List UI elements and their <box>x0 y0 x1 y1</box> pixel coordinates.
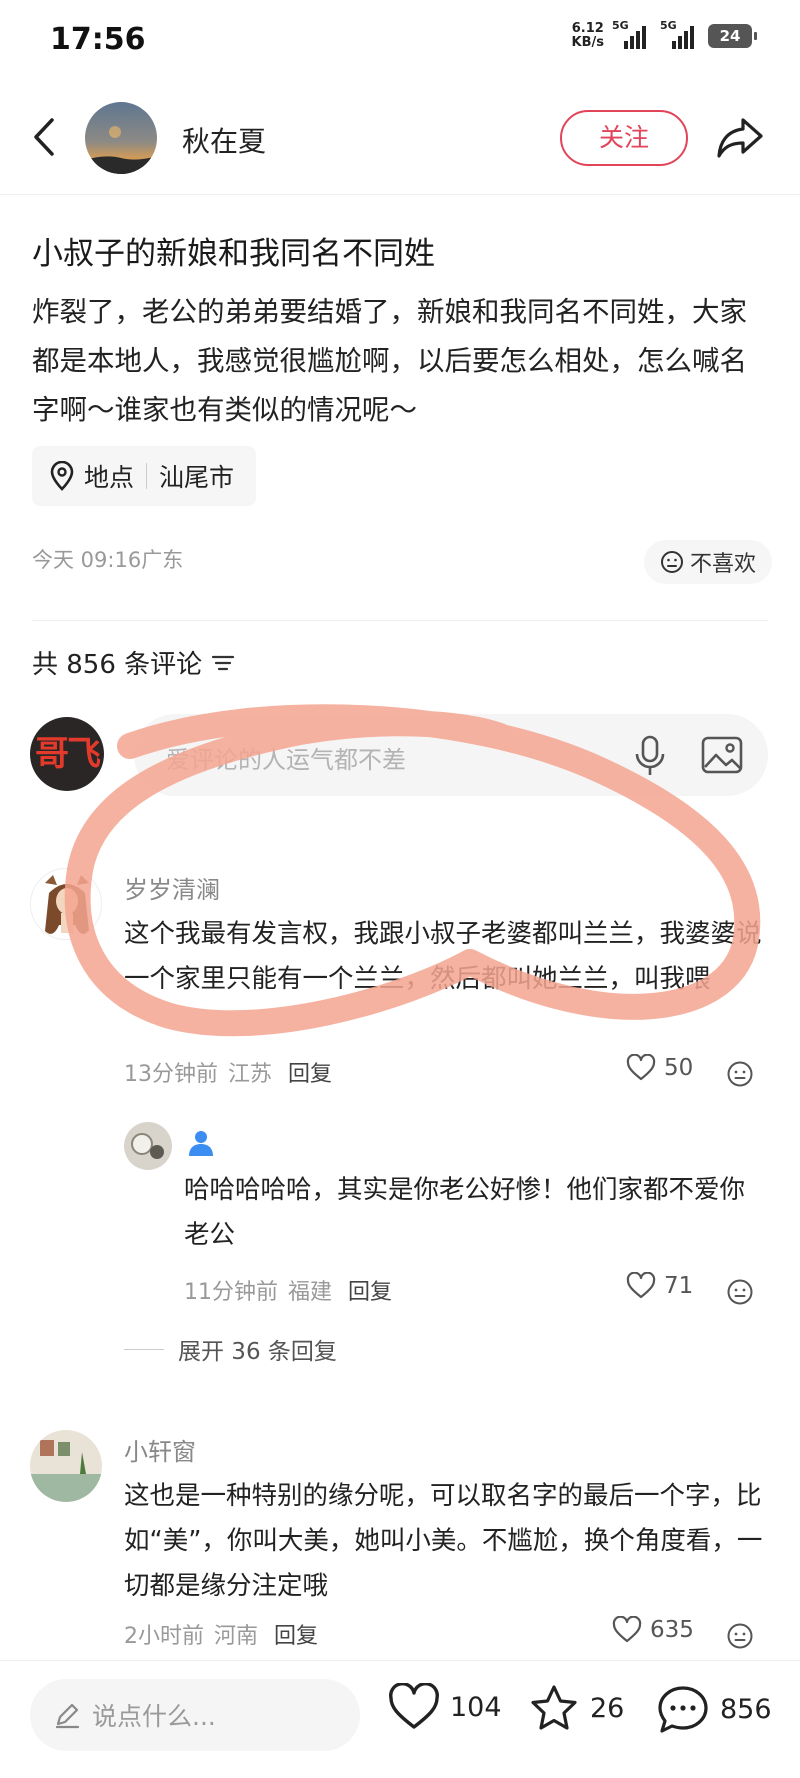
commenter-name[interactable]: 岁岁清澜 <box>124 870 220 905</box>
comment-text: 这个我最有发言权，我跟小叔子老婆都叫兰兰，我婆婆说一个家里只能有一个兰兰，然后都… <box>124 919 762 994</box>
dislike-button[interactable]: 不喜欢 <box>644 540 773 584</box>
expand-replies-button[interactable]: 展开 36 条回复 <box>124 1332 337 1366</box>
commenter-avatar[interactable] <box>30 868 102 940</box>
star-icon <box>531 1685 577 1730</box>
pencil-icon <box>55 1703 80 1729</box>
post-title: 小叔子的新娘和我同名不同姓 <box>32 236 435 272</box>
location-pin-icon <box>50 461 74 491</box>
avatar-image <box>30 1440 102 1502</box>
author-name[interactable]: 秋在夏 <box>182 120 266 160</box>
reply-meta: 11分钟前 福建 回复 <box>184 1274 392 1306</box>
author-avatar[interactable] <box>85 102 157 174</box>
heart-icon <box>612 1616 642 1643</box>
comment-region: 江苏 <box>228 1062 273 1087</box>
user-icon <box>189 1131 213 1156</box>
comments-count-text: 共 856 条评论 <box>32 650 203 680</box>
reply-button[interactable]: 回复 <box>288 1056 332 1088</box>
status-time: 17:56 <box>50 22 146 57</box>
replier-avatar[interactable] <box>124 1122 172 1170</box>
say-placeholder: 说点什么... <box>92 1702 216 1731</box>
dislike-icon[interactable] <box>726 1060 754 1088</box>
my-avatar: 哥飞 <box>30 717 104 791</box>
bottom-action-bar: 说点什么... 104 26 856 <box>0 1660 800 1778</box>
expand-line <box>124 1348 164 1350</box>
comment-bubble-icon <box>658 1686 708 1733</box>
comment-button[interactable]: 856 <box>656 1683 772 1735</box>
dislike-label: 不喜欢 <box>690 552 757 577</box>
comment-count: 856 <box>720 1693 772 1725</box>
like-count: 50 <box>664 1055 694 1081</box>
like-button[interactable]: 71 <box>626 1272 693 1300</box>
location-label: 地点 <box>84 463 135 492</box>
back-button[interactable] <box>26 112 66 162</box>
chevron-left-icon <box>34 118 54 156</box>
sim1-label: 5G <box>612 19 629 32</box>
reply-time: 11分钟前 <box>184 1280 278 1305</box>
heart-icon <box>626 1272 656 1299</box>
favorite-count: 26 <box>590 1692 625 1724</box>
divider <box>0 194 800 195</box>
share-icon <box>717 118 763 158</box>
dislike-icon[interactable] <box>726 1278 754 1306</box>
heart-icon <box>389 1683 439 1729</box>
share-button[interactable] <box>715 114 765 160</box>
reply-button[interactable]: 回复 <box>274 1618 318 1650</box>
reply-text: 哈哈哈哈哈，其实是你老公好惨！他们家都不爱你老公 <box>184 1175 746 1250</box>
expand-replies-text: 展开 36 条回复 <box>178 1339 337 1365</box>
divider <box>32 620 768 621</box>
image-icon[interactable] <box>700 735 744 775</box>
microphone-icon[interactable] <box>630 734 670 778</box>
comments-count[interactable]: 共 856 条评论 <box>32 644 236 681</box>
network-speed: 6.12 KB/s <box>572 22 604 50</box>
post-body: 炸裂了，老公的弟弟要结婚了，新娘和我同名不同姓，大家都是本地人，我感觉很尴尬啊，… <box>32 296 747 426</box>
net-speed-value: 6.12 <box>571 21 604 36</box>
commenter-name[interactable]: 小轩窗 <box>124 1432 196 1467</box>
reply-region: 福建 <box>288 1280 333 1305</box>
like-button[interactable]: 635 <box>612 1616 694 1644</box>
comment-region: 河南 <box>214 1624 259 1649</box>
avatar-image <box>45 875 89 934</box>
net-speed-unit: KB/s <box>571 35 604 50</box>
sim2-label: 5G <box>660 19 677 32</box>
separator <box>146 463 148 489</box>
comment-input[interactable]: 爱评论的人运气都不差 <box>134 714 768 796</box>
status-indicators: 6.12 KB/s 5G 5G 24 <box>572 19 757 50</box>
like-count: 71 <box>664 1273 694 1299</box>
say-something-input[interactable]: 说点什么... <box>30 1679 360 1751</box>
sort-icon[interactable] <box>210 652 236 674</box>
avatar-image <box>85 126 157 174</box>
post-time-region: 今天 09:16广东 <box>32 548 184 572</box>
reply-button[interactable]: 回复 <box>348 1274 392 1306</box>
favorite-button[interactable]: 26 <box>528 1683 624 1733</box>
post-like-count: 104 <box>450 1691 502 1723</box>
comment-time: 2小时前 <box>124 1624 204 1649</box>
location-value: 汕尾市 <box>159 463 235 492</box>
status-bar: 17:56 6.12 KB/s 5G 5G 24 <box>0 0 800 80</box>
like-button[interactable]: 50 <box>626 1054 693 1082</box>
comment-time: 13分钟前 <box>124 1062 218 1087</box>
commenter-avatar[interactable] <box>30 1430 102 1502</box>
like-post-button[interactable]: 104 <box>388 1683 502 1731</box>
comment-meta: 2小时前 河南 回复 <box>124 1618 318 1650</box>
follow-button[interactable]: 关注 <box>560 110 688 166</box>
neutral-face-icon <box>661 551 683 573</box>
comment-placeholder: 爱评论的人运气都不差 <box>166 746 406 774</box>
comment-text: 这也是一种特别的缘分呢，可以取名字的最后一个字，比如“美”，你叫大美，她叫小美。… <box>124 1481 763 1601</box>
battery-icon: 24 <box>708 24 757 48</box>
dislike-icon[interactable] <box>726 1622 754 1650</box>
signal-icon: 5G <box>612 19 652 49</box>
comment-meta: 13分钟前 江苏 回复 <box>124 1056 332 1088</box>
avatar-image <box>131 1133 164 1159</box>
signal-icon-2: 5G <box>660 19 700 49</box>
location-tag[interactable]: 地点 汕尾市 <box>32 446 257 506</box>
post-header: 秋在夏 关注 <box>0 92 800 184</box>
like-count: 635 <box>650 1617 694 1643</box>
heart-icon <box>626 1054 656 1081</box>
